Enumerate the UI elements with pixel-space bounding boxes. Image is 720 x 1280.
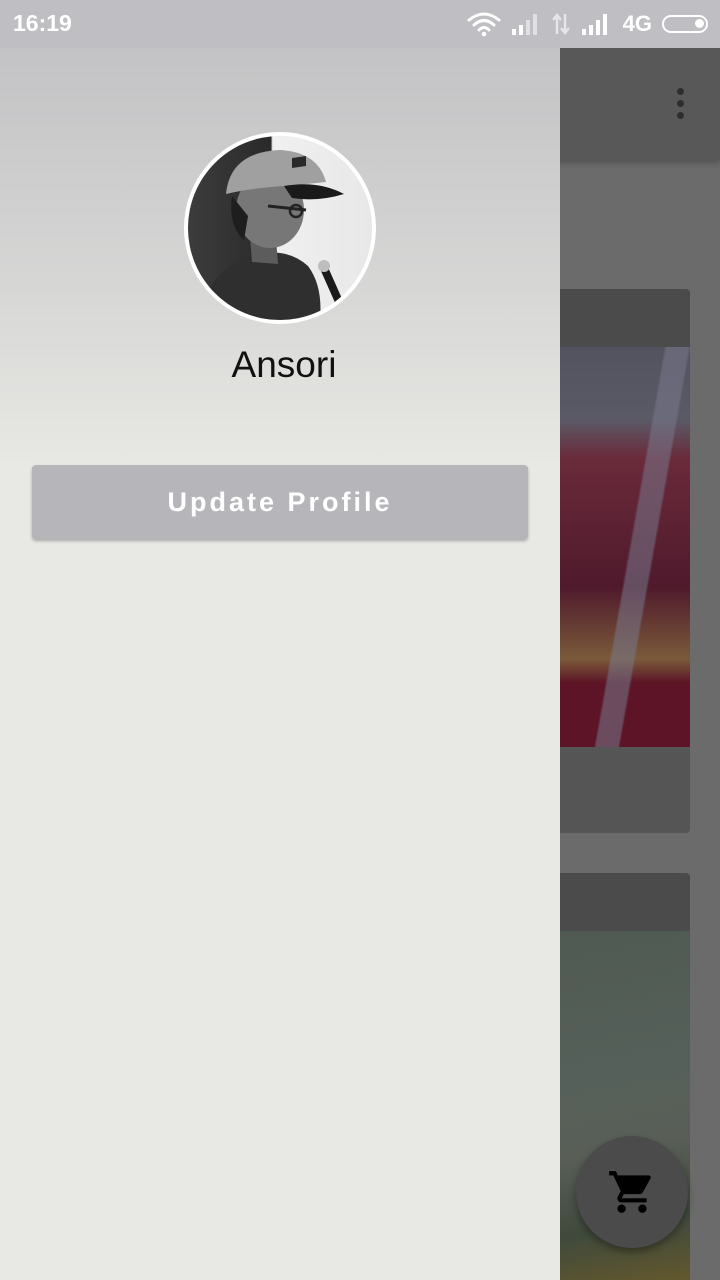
avatar[interactable] — [184, 132, 376, 324]
status-bar: 16:19 4G — [0, 0, 720, 48]
battery-icon — [662, 15, 708, 33]
user-name: Ansori — [231, 344, 337, 385]
cart-fab-button[interactable] — [576, 1136, 688, 1248]
update-profile-button[interactable]: Update Profile — [32, 465, 528, 539]
shopping-cart-icon — [609, 1171, 651, 1213]
status-icons: 4G — [467, 9, 708, 39]
signal-full-icon — [581, 14, 607, 35]
profile-photo — [188, 136, 372, 320]
overflow-menu-icon[interactable] — [674, 88, 686, 122]
navigation-drawer[interactable]: Ansori Update Profile — [0, 48, 560, 1280]
data-arrows-icon — [551, 12, 570, 36]
signal-weak-icon — [511, 14, 537, 35]
status-time: 16:19 — [13, 10, 72, 36]
screen: 16:19 4G Ansori Update Profile — [0, 0, 720, 1280]
network-type-label: 4G — [622, 11, 652, 36]
wifi-icon — [467, 12, 501, 37]
